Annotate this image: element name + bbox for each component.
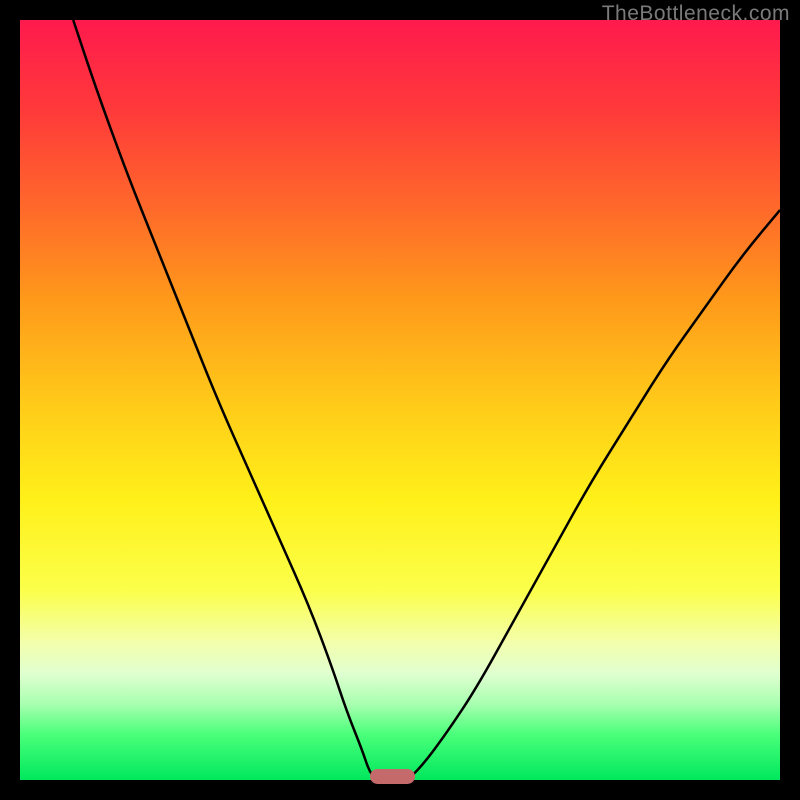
right-curve <box>408 210 780 780</box>
watermark-text: TheBottleneck.com <box>602 2 790 26</box>
curves-svg <box>20 20 780 780</box>
bottleneck-marker <box>370 769 416 784</box>
chart-frame: TheBottleneck.com <box>0 0 800 800</box>
left-curve <box>73 20 377 780</box>
